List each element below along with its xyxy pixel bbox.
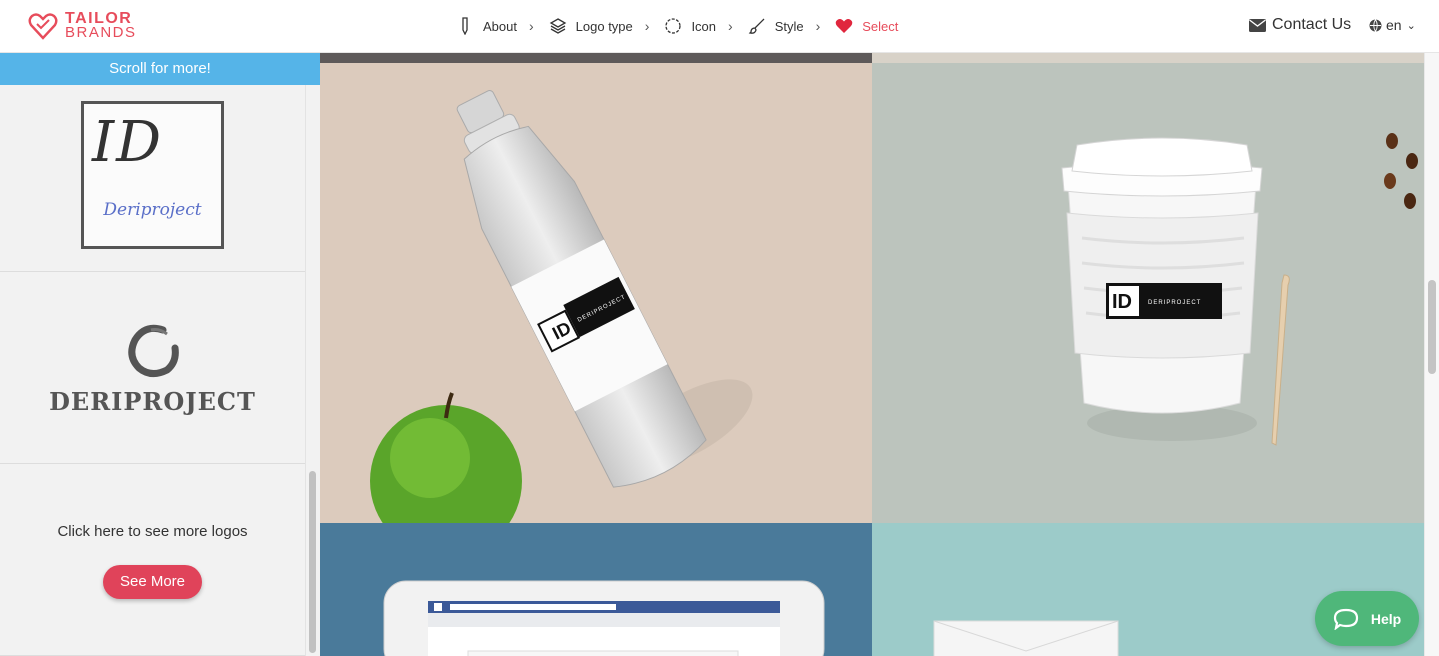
sidebar-scrollbar-thumb[interactable] <box>309 471 316 653</box>
logo-option-1[interactable]: ID Deriproject <box>0 85 305 272</box>
logo-2-name: DERIPROJECT <box>49 387 256 416</box>
chat-bubble-icon <box>1333 608 1358 630</box>
logo-1-monogram: ID <box>92 110 164 175</box>
bottle-mockup: ID DERIPROJECT <box>320 63 872 523</box>
step-select[interactable]: Select <box>834 16 898 36</box>
help-label: Help <box>1370 610 1402 627</box>
facebook-mockup <box>320 523 872 656</box>
layers-icon <box>548 16 568 36</box>
step-style[interactable]: Style › <box>747 16 821 36</box>
tablet-facebook-image <box>383 580 825 656</box>
chevron-right-icon: › <box>728 18 733 34</box>
coffee-cup-image: ID DERIPROJECT <box>1061 133 1418 446</box>
see-more-logos-card: Click here to see more logos See More <box>0 464 305 656</box>
water-bottle-image: ID DERIPROJECT <box>370 90 753 523</box>
step-label: Icon <box>691 18 717 34</box>
brand-line2: BRANDS <box>65 24 137 41</box>
contact-us-label: Contact Us <box>1272 16 1352 33</box>
step-label: Logo type <box>575 18 633 34</box>
tailor-brands-logo[interactable]: TAILOR BRANDS <box>27 10 137 42</box>
step-label: Select <box>862 18 899 34</box>
see-more-text: Click here to see more logos <box>57 523 248 540</box>
step-label: Style <box>774 18 804 34</box>
help-button[interactable]: Help <box>1315 591 1419 646</box>
see-more-button[interactable]: See More <box>103 565 202 599</box>
pencil-icon <box>455 16 475 36</box>
globe-icon <box>1369 18 1382 32</box>
step-label: About <box>483 18 517 34</box>
brush-icon <box>747 16 767 36</box>
circle-icon <box>663 16 683 36</box>
tailor-brands-heart-icon <box>28 13 58 40</box>
logo-1-frame: ID Deriproject <box>81 101 224 249</box>
mockup-strip <box>320 53 872 63</box>
language-selector[interactable]: en ⌄ <box>1369 17 1416 33</box>
page-scrollbar-thumb[interactable] <box>1428 280 1436 374</box>
cup-label: DERIPROJECT <box>1148 300 1201 306</box>
heart-icon <box>834 16 854 36</box>
contact-us-link[interactable]: Contact Us <box>1249 16 1351 34</box>
mockup-strip <box>872 53 1424 63</box>
logo-1-name: Deriproject <box>103 200 202 220</box>
step-logo-type[interactable]: Logo type › <box>548 16 650 36</box>
chevron-right-icon: › <box>815 18 821 34</box>
step-about[interactable]: About › <box>455 16 534 36</box>
svg-text:ID: ID <box>1112 291 1132 313</box>
chevron-down-icon: ⌄ <box>1406 19 1416 32</box>
chevron-right-icon: › <box>528 18 534 34</box>
language-label: en <box>1386 17 1402 33</box>
brush-ring-icon <box>128 324 179 377</box>
scroll-for-more-banner: Scroll for more! <box>0 53 320 85</box>
step-icon[interactable]: Icon › <box>663 16 733 36</box>
envelope-icon <box>1249 18 1266 32</box>
wizard-steps: About › Logo type › Icon › Style › Selec… <box>455 0 912 52</box>
mockup-grid: ID DERIPROJECT ID DERIPROJECT <box>320 53 1424 656</box>
top-nav-bar: TAILOR BRANDS About › Logo type › Icon › <box>0 0 1439 53</box>
chevron-right-icon: › <box>644 18 650 34</box>
coffee-cup-mockup: ID DERIPROJECT <box>872 63 1424 523</box>
logo-sidebar: Scroll for more! ID Deriproject DERIPROJ… <box>0 53 320 656</box>
logo-option-2[interactable]: DERIPROJECT <box>0 272 305 464</box>
